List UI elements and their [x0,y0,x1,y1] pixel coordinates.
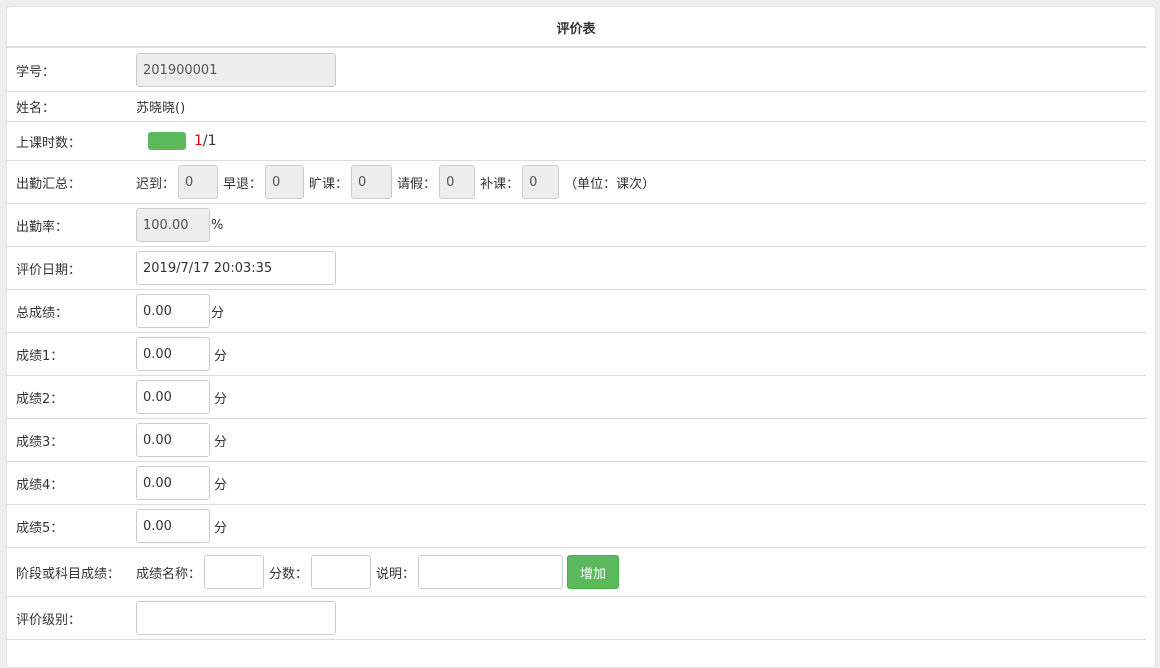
score-1-label: 成绩1： [16,348,64,364]
attendance-rate-input[interactable] [136,208,210,242]
eval-date-input[interactable] [136,251,336,285]
stage-score-label: 阶段或科目成绩： [16,566,121,582]
stage-score-note-input[interactable] [418,555,564,589]
name-label: 姓名： [16,101,56,116]
score-4-input[interactable] [136,466,210,500]
row-score-4: 成绩4： 分 [6,462,1146,505]
attendance-rate-label: 出勤率： [16,219,69,235]
stage-score-name-input[interactable] [204,555,265,589]
row-student-id: 学号： [6,49,1146,92]
class-hours-progress-bar [148,132,186,150]
student-id-input[interactable] [136,53,336,87]
score-5-unit: 分 [214,520,228,536]
row-total-score: 总成绩： 分 [6,290,1146,333]
score-3-label: 成绩3： [16,434,64,450]
stage-score-points-label: 分数： [269,566,309,582]
eval-date-label: 评价日期： [16,262,82,278]
makeup-label: 补课： [480,176,520,192]
add-stage-score-button[interactable]: 增加 [567,555,620,589]
score-2-input[interactable] [136,380,210,414]
row-eval-date: 评价日期： [6,247,1146,290]
row-attendance-summary: 出勤汇总： 迟到： 早退： 旷课： 请假： 补课： （单位：课次） [6,161,1146,204]
class-hours-label: 上课时数： [16,135,82,151]
eval-level-input[interactable] [136,601,336,635]
leave-label: 请假： [397,176,437,192]
score-1-unit: 分 [214,348,228,364]
late-label: 迟到： [136,176,176,192]
row-attendance-rate: 出勤率： % [6,204,1146,247]
attendance-summary-label: 出勤汇总： [16,176,82,192]
row-class-hours: 上课时数： 1 /1 [6,122,1146,161]
row-score-5: 成绩5： 分 [6,505,1146,548]
total-score-unit: 分 [211,305,225,321]
class-hours-total: /1 [202,133,217,149]
row-score-1: 成绩1： 分 [6,333,1146,376]
score-2-label: 成绩2： [16,391,64,407]
score-5-label: 成绩5： [16,520,64,536]
row-score-3: 成绩3： 分 [6,419,1146,462]
attendance-unit-note: （单位：课次） [564,176,656,192]
row-score-2: 成绩2： 分 [6,376,1146,419]
attendance-rate-unit: % [211,217,224,233]
total-score-label: 总成绩： [16,305,69,321]
score-4-label: 成绩4： [16,477,64,493]
row-name: 姓名： 苏晓晓() [6,92,1146,122]
makeup-count-input[interactable] [522,165,560,199]
score-1-input[interactable] [136,337,210,371]
leave-count-input[interactable] [439,165,476,199]
stage-score-points-input[interactable] [311,555,372,589]
early-leave-label: 早退： [223,176,263,192]
score-3-input[interactable] [136,423,210,457]
name-value: 苏晓晓() [136,101,186,116]
stage-score-name-label: 成绩名称： [136,566,202,582]
absent-count-input[interactable] [351,165,393,199]
row-eval-level: 评价级别： [6,597,1146,640]
form-title: 评价表 [6,6,1146,48]
row-stage-score: 阶段或科目成绩： 成绩名称： 分数： 说明： 增加 [6,548,1146,597]
late-count-input[interactable] [178,165,219,199]
total-score-input[interactable] [136,294,210,328]
student-id-label: 学号： [16,64,56,80]
early-leave-count-input[interactable] [265,165,305,199]
eval-level-label: 评价级别： [16,612,82,628]
score-5-input[interactable] [136,509,210,543]
absent-label: 旷课： [309,176,349,192]
stage-score-note-label: 说明： [376,566,416,582]
score-2-unit: 分 [214,391,228,407]
class-hours-attended: 1 [194,133,203,149]
score-3-unit: 分 [214,434,228,450]
score-4-unit: 分 [214,477,228,493]
